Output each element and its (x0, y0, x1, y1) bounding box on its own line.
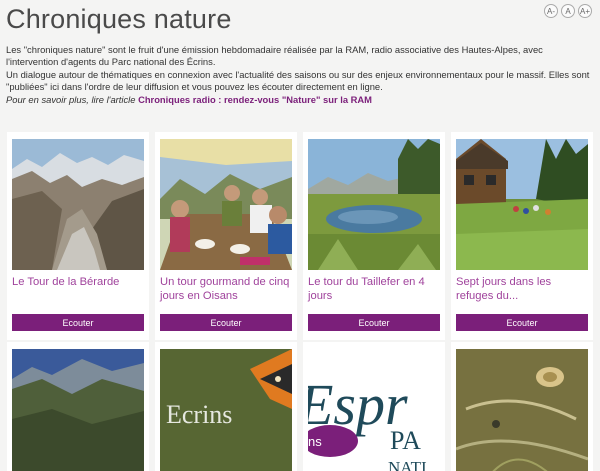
listen-button[interactable]: Ecouter (308, 314, 440, 331)
intro-paragraph-1: Les "chroniques nature" sont le fruit d'… (6, 44, 543, 68)
chronicle-thumbnail-snail[interactable] (456, 349, 588, 471)
intro-text: Les "chroniques nature" sont le fruit d'… (6, 44, 596, 106)
chronicle-title[interactable]: Un tour gourmand de cinq jours en Oisans (160, 276, 292, 308)
chronicle-card (7, 342, 149, 471)
chronicle-card: Espr ns PA NATI (303, 342, 445, 471)
reset-text-size-button[interactable]: A (561, 4, 575, 18)
intro-paragraph-2: Un dialogue autour de thématiques en con… (6, 68, 590, 93)
chronicle-title[interactable]: Sept jours dans les refuges du... (456, 276, 588, 308)
nati-image-text: NATI (388, 458, 427, 471)
chronicle-thumbnail-espaces[interactable]: Espr ns PA NATI (308, 349, 440, 471)
listen-button[interactable]: Ecouter (12, 314, 144, 331)
chronicle-thumbnail-taillefer[interactable] (308, 139, 440, 270)
chronicle-card: Le Tour de la Bérarde Ecouter (7, 132, 149, 340)
chronicle-title[interactable]: Le Tour de la Bérarde (12, 276, 144, 308)
text-size-controls: A- A A+ (544, 4, 592, 18)
listen-button[interactable]: Ecouter (456, 314, 588, 331)
chronicle-thumbnail-oisans[interactable] (160, 139, 292, 270)
chronicle-thumbnail-refuges[interactable] (456, 139, 588, 270)
chronicle-card: Un tour gourmand de cinq jours en Oisans… (155, 132, 297, 340)
chronicle-card: Ecrins (155, 342, 297, 471)
ecrins-image-text: Ecrins (166, 400, 232, 429)
chronicle-title[interactable]: Le tour du Taillefer en 4 jours (308, 276, 440, 308)
ns-image-text: ns (308, 434, 322, 449)
increase-text-size-button[interactable]: A+ (578, 4, 592, 18)
page-title: Chroniques nature (6, 4, 232, 34)
read-more-link[interactable]: Chroniques radio : rendez-vous "Nature" … (138, 94, 372, 105)
chronicle-card (451, 342, 593, 471)
read-more-prefix: Pour en savoir plus, lire l'article (6, 93, 139, 105)
read-more-line: Pour en savoir plus, lire l'article Chro… (6, 94, 596, 106)
chronicle-thumbnail-ecrins[interactable]: Ecrins (160, 349, 292, 471)
chronicle-card: Le tour du Taillefer en 4 jours Ecouter (303, 132, 445, 340)
decrease-text-size-button[interactable]: A- (544, 4, 558, 18)
chronicle-thumbnail-berarde[interactable] (12, 139, 144, 270)
chronicle-card: Sept jours dans les refuges du... Ecoute… (451, 132, 593, 340)
pa-image-text: PA (390, 426, 421, 455)
listen-button[interactable]: Ecouter (160, 314, 292, 331)
chronicle-thumbnail-valley[interactable] (12, 349, 144, 471)
